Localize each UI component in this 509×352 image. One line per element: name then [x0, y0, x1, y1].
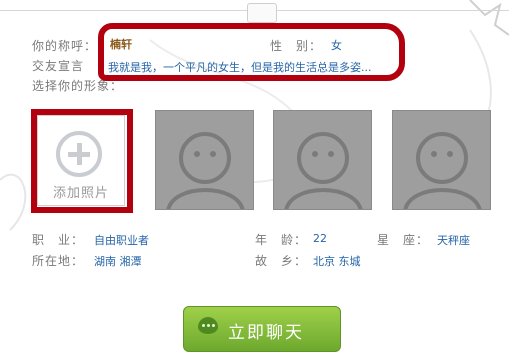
job-label: 职 业：: [32, 233, 85, 247]
job-value: 自由职业者: [94, 234, 149, 247]
sign-label: 星 座：: [377, 233, 430, 247]
hometown-label: 故 乡：: [255, 254, 308, 268]
hometown-value: 北京 东城: [313, 255, 361, 268]
avatar-option-3[interactable]: [392, 110, 491, 210]
age-value: 22: [313, 232, 327, 245]
declaration-label: 交友宣言: [32, 59, 85, 73]
highlight-box-profile: [98, 23, 405, 81]
chat-now-label: 立即聊天: [228, 323, 304, 343]
avatar-placeholder-icon: [403, 132, 482, 209]
nickname-label: 你的称呼：: [32, 39, 98, 53]
card-tab-icon: [247, 3, 277, 23]
sign-value: 天秤座: [437, 234, 470, 247]
age-label: 年 龄：: [255, 233, 308, 247]
highlight-box-add-photo: [31, 109, 133, 213]
avatar-option-2[interactable]: [273, 110, 372, 210]
location-label: 所在地：: [32, 254, 85, 268]
avatar-placeholder-icon: [166, 132, 245, 209]
location-value: 湖南 湘潭: [94, 255, 142, 268]
avatar-placeholder-icon: [284, 132, 363, 209]
chat-now-button[interactable]: 立即聊天: [183, 306, 341, 352]
avatar-option-1[interactable]: [155, 110, 254, 210]
chat-bubble-icon: [198, 317, 218, 334]
